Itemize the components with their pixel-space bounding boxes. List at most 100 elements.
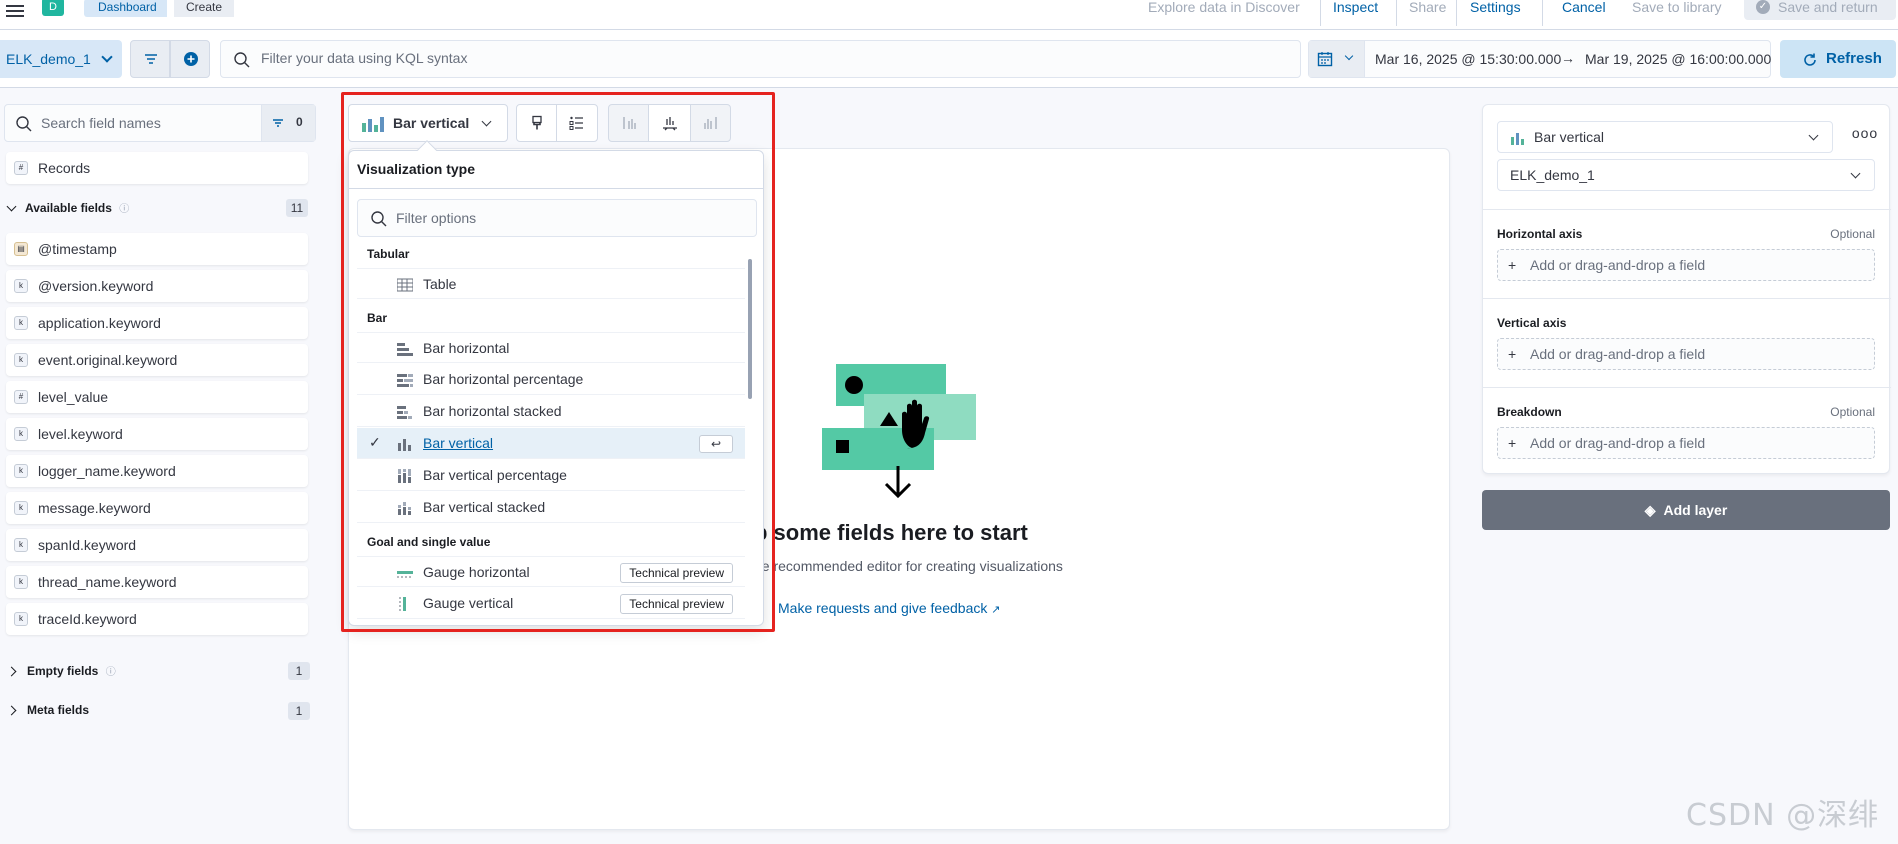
option-bar-horizontal-percentage[interactable]: Bar horizontal percentage [357,364,745,395]
option-table[interactable]: Table [357,268,745,299]
axis-bottom-icon [663,117,677,131]
appearance-button[interactable] [517,105,557,141]
option-gauge-horizontal[interactable]: Gauge horizontal Technical preview [357,556,745,587]
chart-type-switcher[interactable]: Bar vertical [348,104,508,142]
option-bar-vertical-percentage[interactable]: Bar vertical percentage [357,460,745,491]
refresh-button[interactable]: Refresh [1780,40,1896,78]
legend-button[interactable] [557,105,597,141]
field-search-input[interactable] [41,115,251,131]
optional-label: Optional [1830,227,1875,241]
field-name: @version.keyword [38,278,154,294]
add-filter-button[interactable] [170,40,210,78]
menu-icon[interactable] [6,2,24,20]
bottom-axis-button[interactable] [649,105,691,141]
vertical-axis-dropzone[interactable]: + Add or drag-and-drop a field [1497,338,1875,370]
search-icon [234,52,250,68]
field-search[interactable]: 0 [4,104,316,142]
group-tabular: Tabular [367,247,410,261]
group-bar: Bar [367,311,388,325]
cancel-link[interactable]: Cancel [1562,0,1606,15]
field-item[interactable]: k spanId.keyword [6,529,308,561]
feedback-link[interactable]: Make requests and give feedback ↗ [778,600,1000,616]
calendar-type-icon: ▤ [14,242,28,256]
field-name: message.keyword [38,500,151,516]
option-bar-horizontal-stacked[interactable]: Bar horizontal stacked [357,396,745,427]
save-and-return-button[interactable]: ✓ Save and return [1744,0,1896,20]
plus-icon: + [1508,346,1517,362]
bar-vertical-stacked-icon [398,502,411,515]
plus-icon: + [1508,435,1517,451]
data-view-name: ELK_demo_1 [6,51,91,67]
explore-discover-link[interactable]: Explore data in Discover [1148,0,1300,15]
field-item[interactable]: k thread_name.keyword [6,566,308,598]
field-name: event.original.keyword [38,352,178,368]
field-item[interactable]: k traceId.keyword [6,603,308,635]
option-bar-vertical-stacked[interactable]: Bar vertical stacked [357,492,745,523]
layer-data-view-select[interactable]: ELK_demo_1 [1497,159,1875,191]
field-item[interactable]: k application.keyword [6,307,308,339]
settings-link[interactable]: Settings [1470,0,1521,15]
layer-actions-icon[interactable]: ooo [1851,125,1879,149]
date-end[interactable]: Mar 19, 2025 @ 16:00:00.000 [1585,51,1771,67]
date-start[interactable]: Mar 16, 2025 @ 15:30:00.000 [1375,51,1561,67]
option-bar-horizontal[interactable]: Bar horizontal [357,332,745,363]
add-layer-button[interactable]: ◈ Add layer [1482,490,1890,530]
date-picker[interactable]: Mar 16, 2025 @ 15:30:00.000 → Mar 19, 20… [1308,40,1771,78]
breadcrumb-dashboard[interactable]: Dashboard [84,0,167,17]
search-icon [371,211,387,227]
field-type-filter[interactable]: 0 [261,105,315,141]
drag-drop-illustration [822,364,976,499]
technical-preview-badge: Technical preview [620,563,733,583]
search-icon [16,116,32,132]
layer-chart-type-select[interactable]: Bar vertical [1497,121,1833,153]
empty-count: 1 [288,662,310,680]
scrollbar-thumb[interactable] [748,259,752,399]
left-axis-button[interactable] [609,105,649,141]
bar-vertical-percentage-icon [398,469,411,483]
field-item[interactable]: k event.original.keyword [6,344,308,376]
keyword-type-icon: k [14,279,28,293]
layers-icon: ◈ [1644,502,1656,518]
right-axis-button[interactable] [691,105,731,141]
empty-state-subtitle: he recommended editor for creating visua… [754,558,1063,574]
kql-search[interactable] [220,40,1301,78]
option-gauge-vertical[interactable]: Gauge vertical Technical preview [357,588,745,619]
number-type-icon: # [14,161,28,175]
field-item[interactable]: k message.keyword [6,492,308,524]
popover-title: Visualization type [357,161,475,177]
inspect-link[interactable]: Inspect [1333,0,1378,15]
watermark: CSDN @深绯 [1686,798,1880,833]
save-to-library-button[interactable]: Save to library [1632,0,1721,15]
quick-menu-button[interactable] [1309,41,1365,77]
style-tools [516,104,598,142]
space-avatar[interactable]: D [42,0,64,16]
field-name: level.keyword [38,426,123,442]
horizontal-axis-dropzone[interactable]: + Add or drag-and-drop a field [1497,249,1875,281]
options-scrollbar[interactable] [747,247,753,623]
field-item[interactable]: # level_value [6,381,308,413]
available-fields-toggle[interactable]: Available fields ⓘ [6,200,129,215]
filter-options-field[interactable] [357,199,757,237]
field-item[interactable]: ▤ @timestamp [6,233,308,265]
share-link[interactable]: Share [1409,0,1446,15]
brush-icon [532,115,542,130]
chevron-down-icon [101,51,113,63]
kql-input[interactable] [261,50,1261,66]
field-item[interactable]: k @version.keyword [6,270,308,302]
chevron-down-icon [6,201,17,212]
field-item[interactable]: k level.keyword [6,418,308,450]
filter-menu-button[interactable] [130,40,170,78]
data-view-picker[interactable]: ELK_demo_1 [0,40,122,78]
records-field[interactable]: # Records [6,152,308,184]
meta-fields-toggle[interactable]: Meta fields [6,703,89,717]
breakdown-dropzone[interactable]: + Add or drag-and-drop a field [1497,427,1875,459]
field-name: traceId.keyword [38,611,137,627]
keyword-type-icon: k [14,427,28,441]
arrow-right-icon: → [1561,50,1575,66]
option-bar-vertical[interactable]: ✓ Bar vertical ↩ [357,428,745,459]
breakdown-label: Breakdown [1497,405,1562,419]
horizontal-axis-label: Horizontal axis [1497,227,1583,241]
field-item[interactable]: k logger_name.keyword [6,455,308,487]
empty-fields-toggle[interactable]: Empty fields ⓘ [6,663,116,678]
filter-options-input[interactable] [396,210,736,226]
